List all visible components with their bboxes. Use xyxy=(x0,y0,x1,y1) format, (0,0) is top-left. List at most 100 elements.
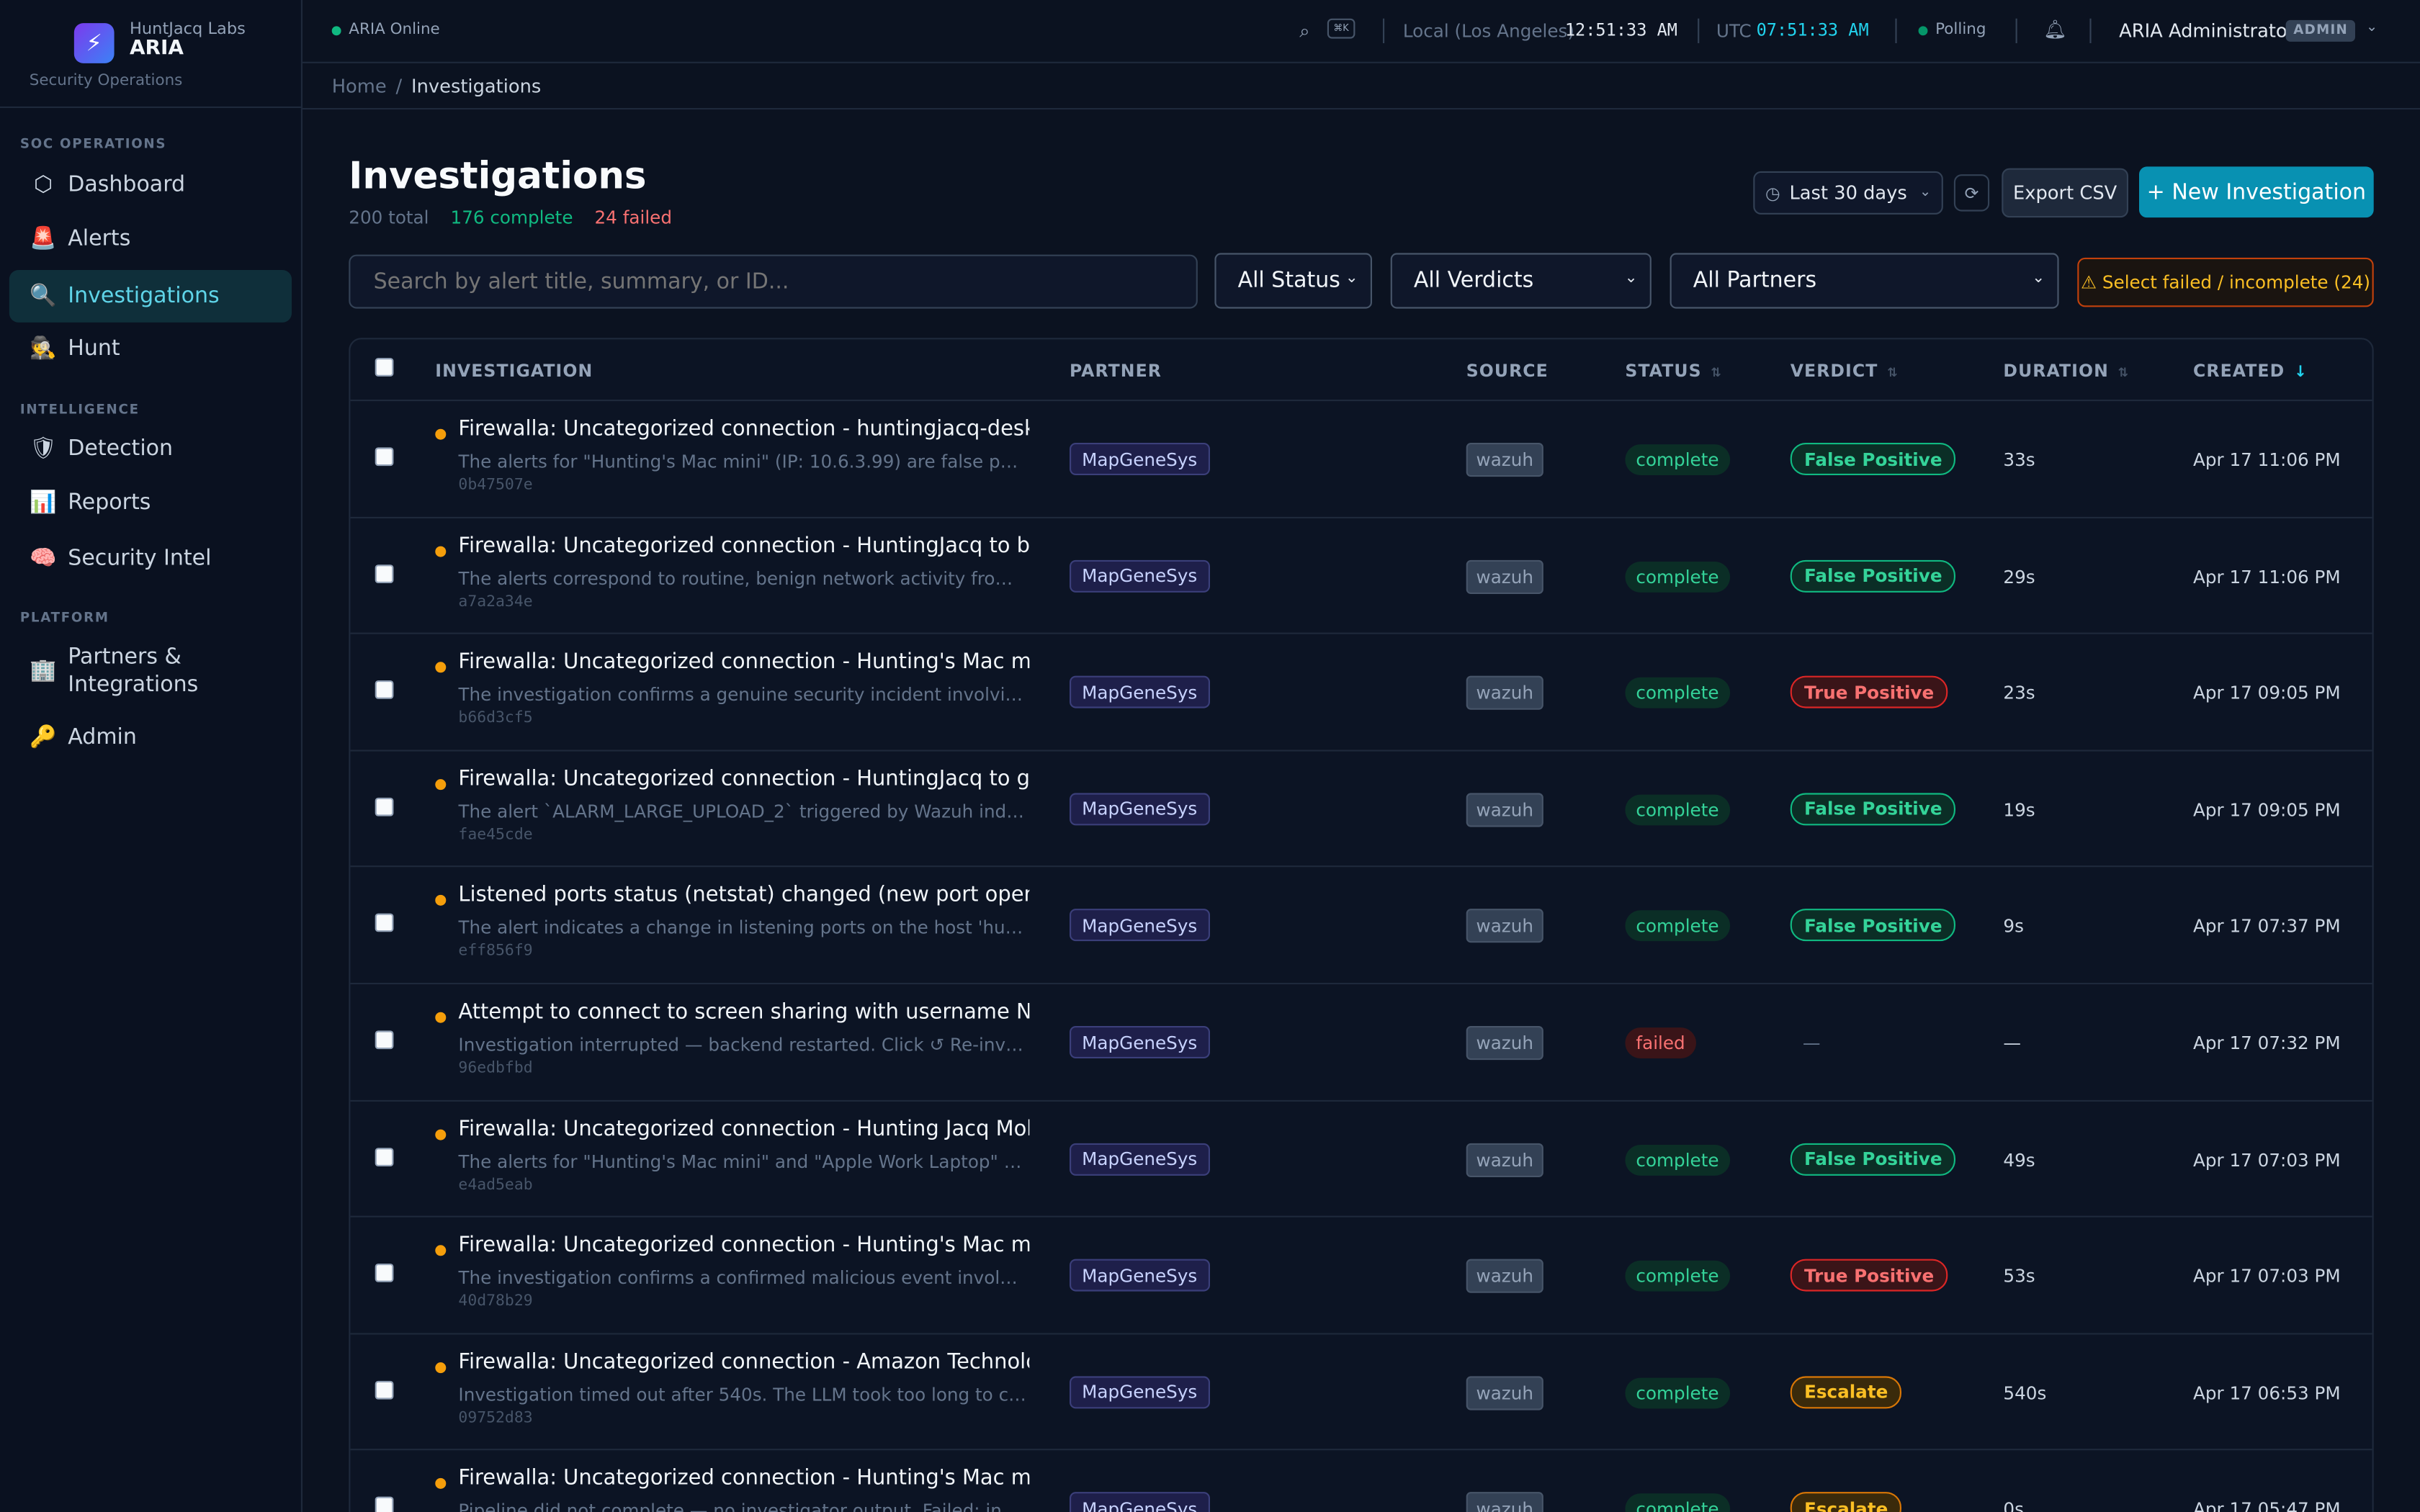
refresh-button[interactable]: ⟳ xyxy=(1953,174,1990,212)
investigation-title[interactable]: Attempt to connect to screen sharing wit… xyxy=(458,1000,1029,1025)
investigation-title[interactable]: Firewalla: Uncategorized connection - Hu… xyxy=(458,650,1029,675)
severity-dot-icon xyxy=(435,778,447,790)
table-row[interactable]: Firewalla: Uncategorized connection - Hu… xyxy=(350,634,2372,752)
row-checkbox[interactable] xyxy=(375,447,394,467)
investigation-title[interactable]: Firewalla: Uncategorized connection - Hu… xyxy=(458,1233,1029,1258)
verdict-filter-select[interactable]: All Verdicts ⌄ xyxy=(1390,253,1652,309)
severity-dot-icon xyxy=(435,545,447,557)
verdict-badge: — xyxy=(1802,1031,1821,1053)
severity-dot-icon xyxy=(435,1128,447,1140)
partner-badge: MapGeneSys xyxy=(1070,675,1210,708)
column-source: Source xyxy=(1466,361,1549,382)
online-status: ARIA Online xyxy=(331,22,440,39)
column-duration[interactable]: Duration ⇅ xyxy=(2003,361,2129,381)
column-verdict[interactable]: Verdict ⇅ xyxy=(1791,361,1899,381)
divider xyxy=(2015,18,2017,43)
nav-section-soc: SOC OPERATIONS xyxy=(19,137,167,153)
table-row[interactable]: Listened ports status (netstat) changed … xyxy=(350,868,2372,985)
sidebar-item-partners[interactable]: 🏢 Partners & Integrations xyxy=(9,640,292,702)
created-value: Apr 17 06:53 PM xyxy=(2193,1382,2341,1404)
user-name[interactable]: ARIA Administrator xyxy=(2119,20,2295,42)
search-icon[interactable]: ⌕ xyxy=(1299,20,1309,43)
table-row[interactable]: Firewalla: Uncategorized connection - Hu… xyxy=(350,1451,2372,1512)
table-row[interactable]: Firewalla: Uncategorized connection - Hu… xyxy=(350,1218,2372,1335)
table-row[interactable]: Firewalla: Uncategorized connection - hu… xyxy=(350,401,2372,518)
created-value: Apr 17 09:05 PM xyxy=(2193,682,2341,704)
key-icon: 🔑 xyxy=(30,725,57,750)
sidebar-item-label: Security Intel xyxy=(68,546,212,571)
row-checkbox[interactable] xyxy=(375,1380,394,1400)
sidebar-item-dashboard[interactable]: ⬡ Dashboard xyxy=(9,159,292,212)
investigation-summary: The alerts correspond to routine, benign… xyxy=(458,567,1026,589)
severity-dot-icon xyxy=(435,1478,447,1490)
sidebar-item-hunt[interactable]: 🕵 Hunt xyxy=(9,323,292,375)
column-status[interactable]: Status ⇅ xyxy=(1625,361,1722,381)
breadcrumb-current: Investigations xyxy=(411,74,542,96)
partner-badge: MapGeneSys xyxy=(1070,792,1210,825)
created-value: Apr 17 07:32 PM xyxy=(2193,1032,2341,1054)
status-badge: complete xyxy=(1625,1494,1730,1512)
date-range-button[interactable]: ◷ Last 30 days ⌄ xyxy=(1753,171,1943,215)
row-checkbox[interactable] xyxy=(375,1264,394,1283)
sidebar-item-alerts[interactable]: 🚨 Alerts xyxy=(9,213,292,266)
partner-badge: MapGeneSys xyxy=(1070,1142,1210,1175)
investigation-title[interactable]: Firewalla: Uncategorized connection - Hu… xyxy=(458,1467,1029,1491)
status-badge: complete xyxy=(1625,561,1730,592)
divider xyxy=(1383,18,1385,43)
search-input[interactable] xyxy=(349,254,1198,309)
duration-value: 0s xyxy=(2003,1498,2024,1512)
verdict-badge: False Positive xyxy=(1790,792,1956,825)
investigation-title[interactable]: Firewalla: Uncategorized connection - Hu… xyxy=(458,534,1029,558)
shield-icon: 🛡 xyxy=(29,436,58,462)
sidebar-item-reports[interactable]: 📊 Reports xyxy=(9,477,292,529)
table-row[interactable]: Firewalla: Uncategorized connection - Hu… xyxy=(350,751,2372,868)
row-checkbox[interactable] xyxy=(375,797,394,816)
utc-time: 07:51:33 AM xyxy=(1756,19,1869,40)
sidebar: ⚡ HuntJacq Labs ARIA Security Operations… xyxy=(0,0,302,1512)
row-checkbox[interactable] xyxy=(375,914,394,933)
row-checkbox[interactable] xyxy=(375,680,394,700)
column-created[interactable]: Created ↓ xyxy=(2193,361,2308,381)
sidebar-item-security-intel[interactable]: 🧠 Security Intel xyxy=(9,532,292,585)
row-checkbox[interactable] xyxy=(375,1030,394,1050)
new-investigation-button[interactable]: + New Investigation xyxy=(2139,166,2374,218)
partner-filter-select[interactable]: All Partners ⌄ xyxy=(1670,253,2059,309)
table-row[interactable]: Attempt to connect to screen sharing wit… xyxy=(350,984,2372,1102)
select-all-checkbox[interactable] xyxy=(375,358,394,377)
sort-icon: ⇅ xyxy=(2118,365,2130,380)
partner-badge: MapGeneSys xyxy=(1070,1259,1210,1292)
investigation-title[interactable]: Listened ports status (netstat) changed … xyxy=(458,883,1029,908)
investigation-summary: The investigation confirms a confirmed m… xyxy=(458,1266,1026,1289)
breadcrumb-home[interactable]: Home xyxy=(332,75,387,96)
row-checkbox[interactable] xyxy=(375,1497,394,1512)
divider xyxy=(1895,18,1897,43)
duration-value: 9s xyxy=(2003,915,2024,937)
duration-value: 29s xyxy=(2003,565,2035,588)
source-badge: wazuh xyxy=(1466,559,1543,594)
nav-section-intelligence: INTELLIGENCE xyxy=(19,402,140,418)
sidebar-item-admin[interactable]: 🔑 Admin xyxy=(9,711,292,764)
refresh-icon: ⟳ xyxy=(1964,182,1979,203)
investigation-id: 0b47507e xyxy=(458,477,533,494)
sidebar-item-investigations[interactable]: 🔍 Investigations xyxy=(9,270,292,323)
select-failed-button[interactable]: ⚠ Select failed / incomplete (24) xyxy=(2077,257,2374,307)
investigation-title[interactable]: Firewalla: Uncategorized connection - Hu… xyxy=(458,767,1029,791)
chevron-down-icon[interactable]: ⌄ xyxy=(2366,20,2378,35)
export-csv-button[interactable]: Export CSV xyxy=(2002,168,2128,218)
investigation-title[interactable]: Firewalla: Uncategorized connection - Am… xyxy=(458,1350,1029,1374)
bell-icon[interactable]: 🔔︎ xyxy=(2043,19,2067,40)
row-checkbox[interactable] xyxy=(375,564,394,583)
investigation-title[interactable]: Firewalla: Uncategorized connection - Hu… xyxy=(458,1117,1029,1141)
investigation-id: b66d3cf5 xyxy=(458,710,533,727)
bolt-icon[interactable]: ⚡ xyxy=(73,23,115,63)
investigation-title[interactable]: Firewalla: Uncategorized connection - hu… xyxy=(458,417,1029,441)
table-row[interactable]: Firewalla: Uncategorized connection - Hu… xyxy=(350,1101,2372,1218)
status-filter-select[interactable]: All Status ⌄ xyxy=(1214,253,1372,309)
sidebar-item-detection[interactable]: 🛡 Detection xyxy=(9,423,292,475)
status-filter-value: All Status xyxy=(1237,268,1340,294)
status-badge: complete xyxy=(1625,794,1730,825)
table-row[interactable]: Firewalla: Uncategorized connection - Am… xyxy=(350,1334,2372,1452)
table-row[interactable]: Firewalla: Uncategorized connection - Hu… xyxy=(350,518,2372,635)
source-badge: wazuh xyxy=(1466,1492,1543,1512)
row-checkbox[interactable] xyxy=(375,1147,394,1166)
